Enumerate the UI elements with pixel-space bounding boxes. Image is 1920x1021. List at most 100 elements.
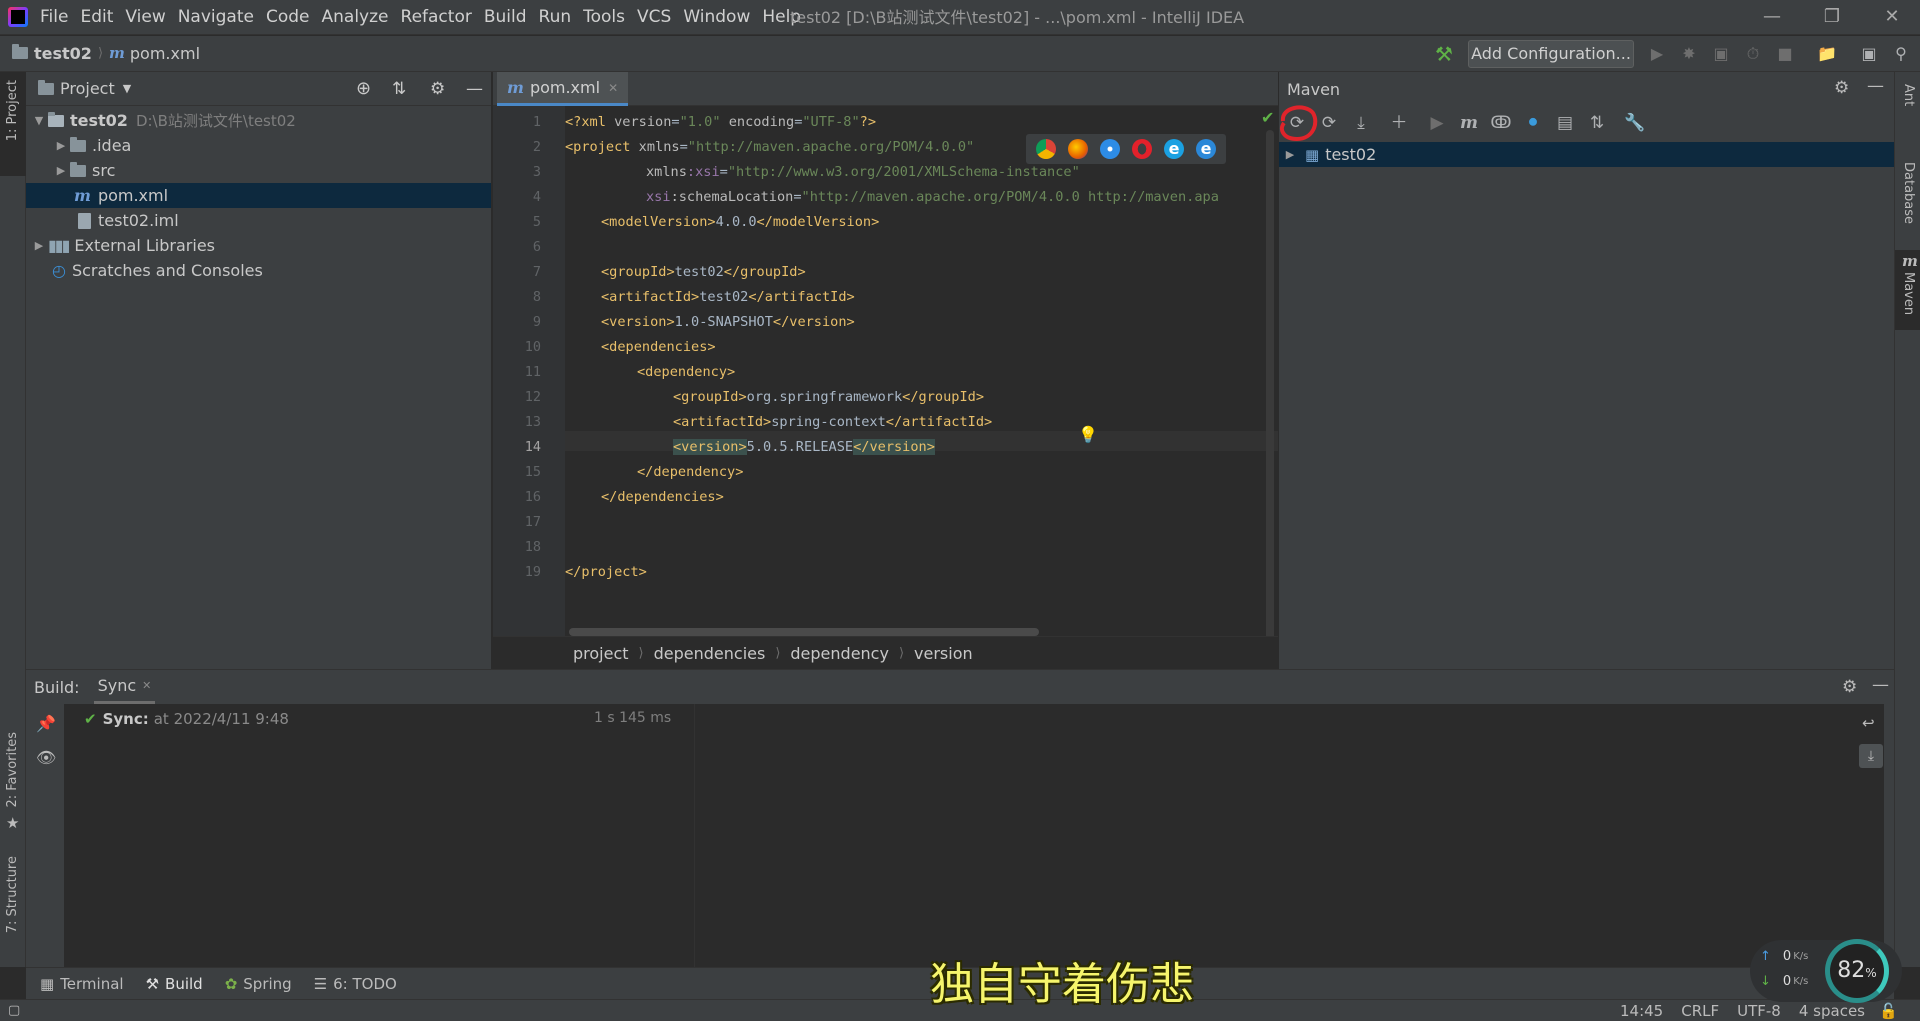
toggle-offline-mode-icon[interactable]: ↂ [1485, 107, 1517, 139]
tree-item-pom[interactable]: m pom.xml [26, 183, 491, 208]
tree-item-iml[interactable]: test02.iml [26, 208, 491, 233]
favorites-tool-tab[interactable]: 2: Favorites [5, 732, 20, 808]
menu-file[interactable]: File [34, 0, 74, 35]
run-icon[interactable]: ▶ [1645, 42, 1669, 66]
indent-setting[interactable]: 4 spaces [1799, 1002, 1865, 1020]
nav-crumb-project[interactable]: test02 [34, 44, 92, 63]
menu-window[interactable]: Window [677, 0, 756, 35]
menu-run[interactable]: Run [533, 0, 578, 35]
toggle-tool-windows-icon[interactable]: ▢ [8, 1003, 20, 1018]
project-structure-icon[interactable]: 📁 [1815, 42, 1839, 66]
caret-position[interactable]: 14:45 [1620, 1002, 1663, 1020]
menu-build[interactable]: Build [478, 0, 533, 35]
tool-tab-todo[interactable]: ☰ 6: TODO [314, 975, 397, 993]
hide-panel-icon[interactable]: — [466, 79, 483, 99]
project-panel-title[interactable]: Project [60, 79, 115, 98]
tree-item-src[interactable]: ▶ src [26, 158, 491, 183]
show-dependencies-icon[interactable]: ▤ [1549, 107, 1581, 139]
project-tool-tab[interactable]: 1: Project [5, 80, 20, 141]
ant-tool-tab[interactable]: Ant [1901, 84, 1916, 106]
download-sources-icon[interactable]: ⤓ [1345, 107, 1377, 139]
edge-icon[interactable]: e [1196, 139, 1216, 159]
intention-bulb-icon[interactable]: 💡 [1078, 425, 1098, 444]
database-tool-tab[interactable]: Database [1901, 162, 1916, 224]
safari-icon[interactable] [1100, 139, 1120, 159]
maven-project-row[interactable]: ▶ ▦ test02 [1279, 142, 1894, 167]
collapse-all-icon[interactable]: ⇅ [1581, 107, 1613, 139]
execute-maven-goal-icon[interactable]: m [1453, 107, 1485, 139]
hide-panel-icon[interactable]: — [1872, 675, 1889, 695]
opera-icon[interactable] [1132, 139, 1152, 159]
collapsed-arrow-icon[interactable]: ▶ [1281, 148, 1299, 161]
tree-item-external-libraries[interactable]: ▶ ▮▮▮ External Libraries [26, 233, 491, 258]
collapsed-arrow-icon[interactable]: ▶ [52, 139, 70, 152]
gear-icon[interactable]: ⚙ [1834, 78, 1849, 98]
hide-panel-icon[interactable]: — [1867, 76, 1884, 96]
reload-all-maven-projects-icon[interactable]: ⟳ [1279, 105, 1318, 142]
nav-crumb-file[interactable]: pom.xml [130, 44, 200, 63]
eye-icon[interactable]: 👁 [36, 748, 56, 767]
menu-analyze[interactable]: Analyze [316, 0, 395, 35]
close-button[interactable]: ✕ [1864, 0, 1920, 35]
firefox-icon[interactable] [1068, 139, 1088, 159]
coverage-icon[interactable]: ▣ [1709, 42, 1733, 66]
horizontal-scrollbar[interactable] [569, 628, 1039, 636]
debug-icon[interactable]: ✸ [1677, 42, 1701, 66]
menu-vcs[interactable]: VCS [631, 0, 677, 35]
gear-icon[interactable]: ⚙ [1842, 677, 1857, 697]
close-tab-icon[interactable]: ✕ [142, 679, 151, 692]
inspection-ok-icon[interactable]: ✔ [1261, 108, 1274, 127]
stop-icon[interactable]: ■ [1773, 42, 1797, 66]
maven-settings-wrench-icon[interactable]: 🔧 [1619, 107, 1651, 139]
sync-result-row[interactable]: ✔ Sync: at 2022/4/11 9:48 [84, 708, 289, 730]
close-tab-icon[interactable]: ✕ [608, 81, 618, 95]
vertical-scrollbar[interactable] [1266, 130, 1274, 640]
maven-tool-tab[interactable]: Maven [1901, 272, 1916, 315]
breadcrumb-project[interactable]: project [573, 644, 629, 663]
menu-refactor[interactable]: Refactor [395, 0, 478, 35]
structure-tool-tab[interactable]: 7: Structure [5, 856, 20, 933]
build-tab-sync[interactable]: Sync ✕ [93, 670, 156, 704]
menu-tools[interactable]: Tools [577, 0, 631, 35]
skip-tests-icon[interactable]: ⚫ [1517, 107, 1549, 139]
pin-tab-icon[interactable]: 📌 [36, 714, 56, 733]
chrome-icon[interactable] [1036, 139, 1056, 159]
gear-icon[interactable]: ⚙ [430, 79, 445, 99]
tree-item-test02[interactable]: ▼ test02 D:\B站测试文件\test02 [26, 108, 491, 133]
menu-edit[interactable]: Edit [74, 0, 119, 35]
minimize-button[interactable]: — [1744, 0, 1800, 35]
file-encoding[interactable]: UTF-8 [1737, 1002, 1781, 1020]
menu-navigate[interactable]: Navigate [172, 0, 260, 35]
add-configuration-button[interactable]: Add Configuration... [1468, 40, 1634, 68]
tool-tab-spring[interactable]: ✿ Spring [225, 975, 292, 993]
profile-icon[interactable]: ⏱ [1741, 42, 1765, 66]
tree-item-scratches[interactable]: ◴ Scratches and Consoles [26, 258, 491, 283]
lock-icon[interactable]: 🔓 [1879, 1002, 1898, 1020]
menu-view[interactable]: View [119, 0, 171, 35]
build-hammer-icon[interactable]: ⚒ [1432, 42, 1456, 66]
presentation-icon[interactable]: ▣ [1857, 42, 1881, 66]
soft-wrap-icon[interactable]: ↩ [1862, 714, 1875, 732]
editor-tab-pom[interactable]: m pom.xml ✕ [497, 72, 629, 106]
breadcrumb-version[interactable]: version [914, 644, 973, 663]
chevron-down-icon[interactable]: ▼ [123, 82, 131, 95]
collapsed-arrow-icon[interactable]: ▶ [52, 164, 70, 177]
search-icon[interactable]: ⚲ [1889, 42, 1913, 66]
tree-item-idea[interactable]: ▶ .idea [26, 133, 491, 158]
internet-explorer-icon[interactable]: e [1164, 139, 1184, 159]
collapse-all-icon[interactable]: ⇅ [392, 79, 406, 99]
add-maven-project-icon[interactable]: ＋ [1383, 107, 1415, 139]
tool-tab-terminal[interactable]: ▦ Terminal [40, 975, 124, 993]
tool-tab-build[interactable]: ⚒ Build [146, 975, 203, 993]
expanded-arrow-icon[interactable]: ▼ [30, 114, 48, 127]
breadcrumb-dependencies[interactable]: dependencies [654, 644, 766, 663]
run-maven-build-icon[interactable]: ▶ [1421, 107, 1453, 139]
scroll-to-end-icon[interactable]: ⤓ [1859, 744, 1883, 768]
breadcrumb-dependency[interactable]: dependency [790, 644, 889, 663]
line-separator[interactable]: CRLF [1681, 1002, 1719, 1020]
collapsed-arrow-icon[interactable]: ▶ [30, 239, 48, 252]
build-console-output[interactable] [694, 704, 1884, 968]
locate-icon[interactable]: ⊕ [356, 78, 371, 99]
restore-button[interactable]: ❐ [1804, 0, 1860, 35]
code-area[interactable]: 1 2 3 4 5 6 7 8 9 10 11 12 13 14 15 16 17 18 19 <?xml vers… [525, 106, 1278, 636]
